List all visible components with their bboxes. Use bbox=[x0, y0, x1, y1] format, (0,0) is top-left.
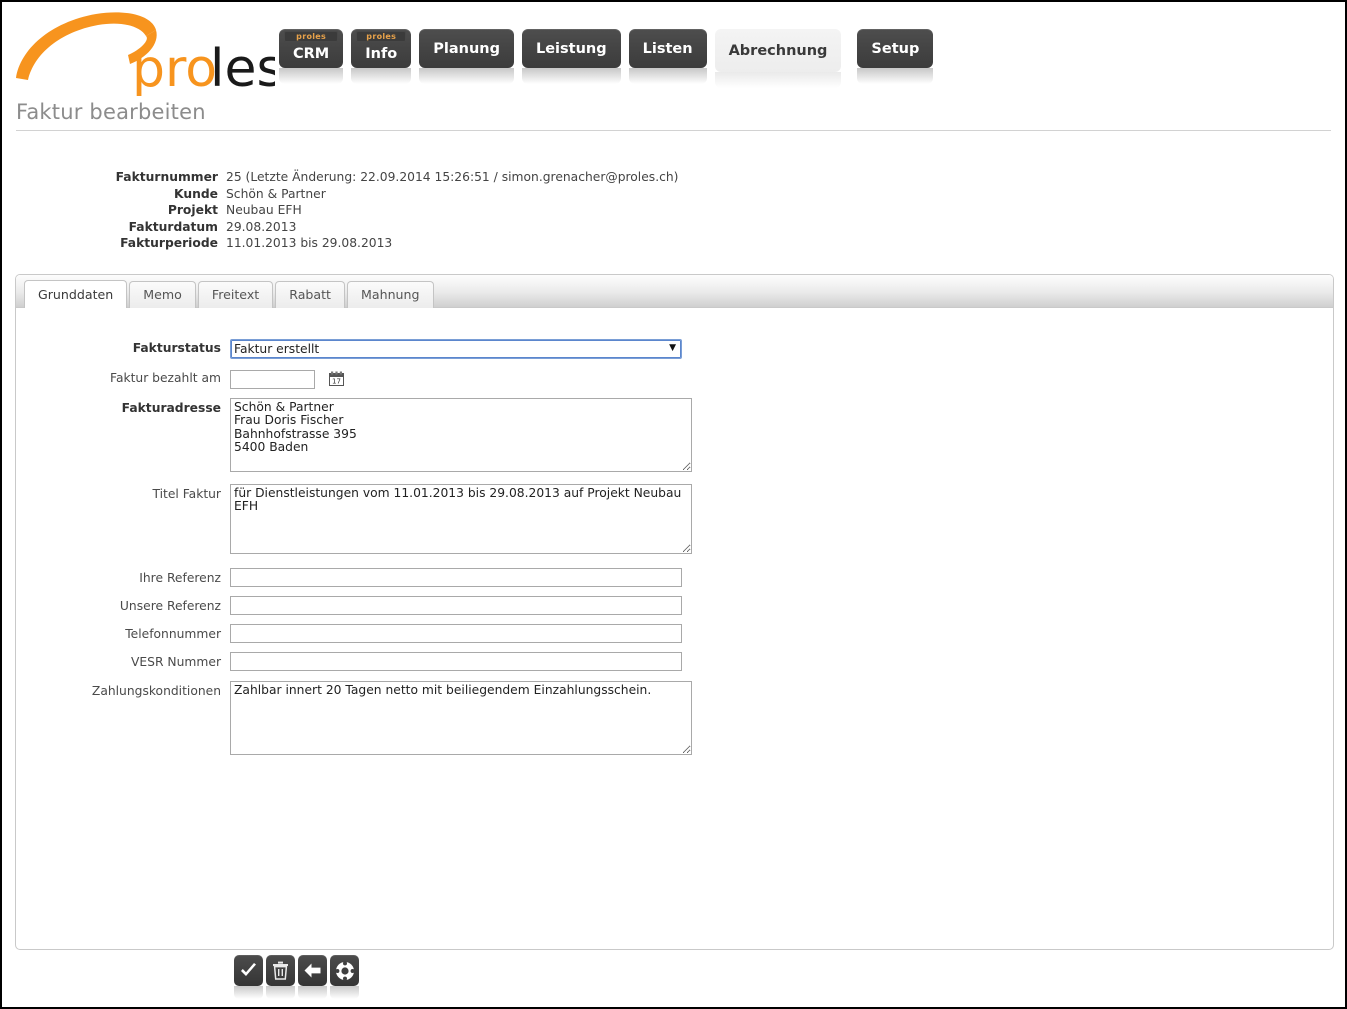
meta-value-projekt: Neubau EFH bbox=[226, 203, 302, 217]
fakturstatus-select[interactable]: Faktur erstellt bbox=[230, 339, 682, 359]
nav-label-leistung: Leistung bbox=[535, 40, 607, 57]
svg-text:17: 17 bbox=[332, 378, 341, 386]
svg-text:les: les bbox=[210, 39, 275, 96]
nav-item-abrechnung[interactable]: Abrechnung bbox=[714, 29, 842, 88]
zahlungskonditionen-textarea[interactable]: Zahlbar innert 20 Tagen netto mit beilie… bbox=[230, 680, 692, 755]
nav-label-crm: CRM bbox=[293, 46, 330, 62]
nav-item-planung[interactable]: Planung bbox=[419, 29, 514, 84]
meta-row: Projekt Neubau EFH bbox=[2, 202, 1345, 219]
tab-memo[interactable]: Memo bbox=[129, 281, 196, 308]
field-row-bezahlt-am: Faktur bezahlt am 17 bbox=[16, 368, 1333, 389]
tab-mahnung[interactable]: Mahnung bbox=[347, 281, 434, 308]
action-toolbar bbox=[234, 955, 359, 999]
save-button[interactable] bbox=[234, 955, 263, 999]
grunddaten-form: Fakturstatus Faktur erstellt ▼ Faktur be… bbox=[16, 308, 1333, 755]
main-navigation: proles CRM proles Info Planung Leistung … bbox=[279, 29, 934, 88]
field-row-zahlungskonditionen: Zahlungskonditionen Zahlbar innert 20 Ta… bbox=[16, 680, 1333, 755]
nav-reflection bbox=[419, 68, 514, 84]
label-bezahlt-am: Faktur bezahlt am bbox=[110, 371, 221, 385]
nav-label-planung: Planung bbox=[433, 40, 500, 57]
button-reflection bbox=[234, 986, 263, 999]
meta-row: Fakturperiode 11.01.2013 bis 29.08.2013 bbox=[2, 235, 1345, 252]
meta-row: Fakturnummer 25 (Letzte Änderung: 22.09.… bbox=[2, 169, 1345, 186]
label-fakturadresse: Fakturadresse bbox=[121, 400, 221, 415]
label-ihre-referenz: Ihre Referenz bbox=[139, 570, 221, 585]
meta-label-fakturperiode: Fakturperiode bbox=[120, 236, 218, 250]
save-check-icon bbox=[241, 963, 256, 976]
nav-reflection bbox=[279, 68, 344, 84]
field-row-ihre-referenz: Ihre Referenz bbox=[16, 567, 1333, 587]
field-row-telefonnummer: Telefonnummer bbox=[16, 623, 1333, 643]
meta-value-fakturnummer: 25 (Letzte Änderung: 22.09.2014 15:26:51… bbox=[226, 170, 679, 184]
meta-label-projekt: Projekt bbox=[167, 203, 218, 217]
page-title: Faktur bearbeiten bbox=[16, 100, 206, 124]
meta-row: Kunde Schön & Partner bbox=[2, 186, 1345, 203]
nav-label-abrechnung: Abrechnung bbox=[728, 42, 828, 59]
delete-button[interactable] bbox=[266, 955, 295, 999]
field-row-vesr-nummer: VESR Nummer bbox=[16, 651, 1333, 671]
vesr-nummer-input[interactable] bbox=[230, 651, 682, 671]
titel-faktur-textarea[interactable]: für Dienstleistungen vom 11.01.2013 bis … bbox=[230, 483, 692, 554]
nav-pill-crm: proles bbox=[284, 31, 339, 42]
nav-label-setup: Setup bbox=[871, 40, 920, 57]
meta-label-fakturdatum: Fakturdatum bbox=[128, 219, 218, 234]
label-zahlungskonditionen: Zahlungskonditionen bbox=[91, 683, 221, 698]
meta-value-fakturdatum: 29.08.2013 bbox=[226, 219, 297, 234]
button-reflection bbox=[298, 986, 327, 999]
proles-logo[interactable]: pro les bbox=[10, 6, 275, 96]
calendar-icon[interactable]: 17 bbox=[329, 371, 345, 386]
meta-value-fakturperiode: 11.01.2013 bis 29.08.2013 bbox=[226, 236, 393, 250]
nav-item-crm[interactable]: proles CRM bbox=[279, 29, 344, 84]
invoice-meta-block: Fakturnummer 25 (Letzte Änderung: 22.09.… bbox=[2, 169, 1345, 252]
label-telefonnummer: Telefonnummer bbox=[125, 626, 221, 641]
lifebuoy-help-icon bbox=[334, 960, 355, 981]
meta-label-fakturnummer: Fakturnummer bbox=[115, 170, 218, 184]
nav-item-leistung[interactable]: Leistung bbox=[521, 29, 621, 84]
nav-reflection bbox=[857, 68, 934, 84]
telefonnummer-input[interactable] bbox=[230, 623, 682, 643]
label-unsere-referenz: Unsere Referenz bbox=[119, 598, 221, 613]
nav-reflection bbox=[714, 72, 842, 88]
tab-grunddaten[interactable]: Grunddaten bbox=[24, 280, 128, 308]
unsere-referenz-input[interactable] bbox=[230, 595, 682, 615]
back-button[interactable] bbox=[298, 955, 327, 999]
field-row-unsere-referenz: Unsere Referenz bbox=[16, 595, 1333, 615]
meta-value-kunde: Schön & Partner bbox=[226, 186, 326, 201]
help-button[interactable] bbox=[330, 955, 359, 999]
nav-pill-info: proles bbox=[356, 31, 407, 42]
fakturadresse-textarea[interactable]: Schön & Partner Frau Doris Fischer Bahnh… bbox=[230, 397, 692, 472]
application-window: pro les proles CRM proles Info Planung L… bbox=[0, 0, 1347, 1009]
nav-item-listen[interactable]: Listen bbox=[628, 29, 707, 84]
tab-bar: Grunddaten Memo Freitext Rabatt Mahnung bbox=[16, 275, 1333, 308]
nav-item-setup[interactable]: Setup bbox=[857, 29, 934, 84]
trash-icon bbox=[273, 961, 288, 980]
fakturstatus-select-wrapper: Faktur erstellt ▼ bbox=[230, 338, 684, 359]
meta-label-kunde: Kunde bbox=[174, 186, 218, 201]
field-row-fakturadresse: Fakturadresse Schön & Partner Frau Doris… bbox=[16, 397, 1333, 472]
button-reflection bbox=[330, 986, 359, 999]
button-reflection bbox=[266, 986, 295, 999]
nav-reflection bbox=[351, 68, 412, 84]
nav-reflection bbox=[521, 68, 621, 84]
field-row-titel-faktur: Titel Faktur für Dienstleistungen vom 11… bbox=[16, 483, 1333, 554]
label-titel-faktur: Titel Faktur bbox=[152, 486, 221, 501]
bezahlt-am-input[interactable] bbox=[230, 369, 315, 389]
back-arrow-icon bbox=[304, 963, 321, 978]
nav-item-info[interactable]: proles Info bbox=[351, 29, 412, 84]
nav-label-info: Info bbox=[365, 46, 398, 62]
label-vesr-nummer: VESR Nummer bbox=[130, 654, 221, 669]
ihre-referenz-input[interactable] bbox=[230, 567, 682, 587]
bezahlt-am-control: 17 bbox=[230, 368, 345, 389]
page-title-bar: Faktur bearbeiten bbox=[16, 100, 1331, 131]
svg-text:pro: pro bbox=[132, 39, 217, 96]
meta-row: Fakturdatum 29.08.2013 bbox=[2, 219, 1345, 236]
label-fakturstatus: Fakturstatus bbox=[132, 341, 221, 355]
nav-label-listen: Listen bbox=[642, 40, 693, 57]
tab-rabatt[interactable]: Rabatt bbox=[275, 281, 345, 308]
app-header: pro les proles CRM proles Info Planung L… bbox=[2, 2, 1345, 100]
field-row-fakturstatus: Fakturstatus Faktur erstellt ▼ bbox=[16, 338, 1333, 359]
nav-reflection bbox=[628, 68, 707, 84]
tab-freitext[interactable]: Freitext bbox=[197, 281, 274, 308]
content-panel: Grunddaten Memo Freitext Rabatt Mahnung … bbox=[15, 274, 1334, 950]
